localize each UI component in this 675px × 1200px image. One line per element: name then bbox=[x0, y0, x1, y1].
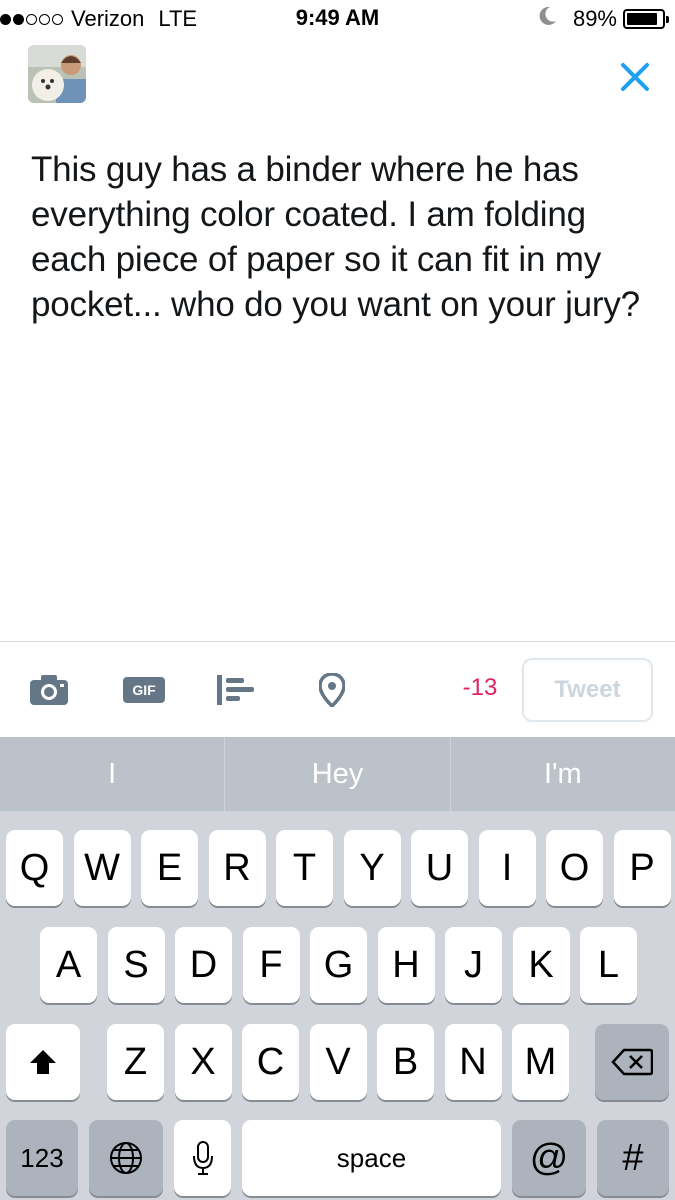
predictive-suggestions: I Hey I'm bbox=[0, 737, 675, 811]
at-key[interactable]: @ bbox=[512, 1120, 586, 1196]
avatar bbox=[28, 45, 86, 103]
key-m[interactable]: M bbox=[512, 1024, 569, 1100]
battery-percent: 89% bbox=[572, 6, 617, 31]
tweet-compose-text[interactable]: This guy has a binder where he has every… bbox=[31, 147, 656, 327]
shift-icon bbox=[30, 1050, 56, 1074]
key-j[interactable]: J bbox=[445, 927, 502, 1003]
key-a[interactable]: A bbox=[40, 927, 97, 1003]
gif-button[interactable]: GIF bbox=[122, 666, 166, 714]
status-right: 89% bbox=[539, 5, 669, 33]
do-not-disturb-moon-icon bbox=[539, 6, 557, 32]
close-button[interactable] bbox=[612, 54, 658, 100]
key-h[interactable]: H bbox=[377, 927, 435, 1003]
microphone-key[interactable] bbox=[174, 1120, 231, 1196]
key-o[interactable]: O bbox=[546, 830, 603, 906]
suggestion-item[interactable]: I'm bbox=[451, 737, 675, 811]
key-f[interactable]: F bbox=[242, 927, 300, 1003]
key-e[interactable]: E bbox=[141, 830, 198, 906]
key-v[interactable]: V bbox=[309, 1024, 367, 1100]
location-pin-icon[interactable] bbox=[318, 666, 346, 714]
key-n[interactable]: N bbox=[444, 1024, 502, 1100]
gif-icon: GIF bbox=[123, 677, 165, 703]
key-d[interactable]: D bbox=[175, 927, 232, 1003]
key-q[interactable]: Q bbox=[6, 830, 63, 906]
key-s[interactable]: S bbox=[107, 927, 165, 1003]
close-icon bbox=[621, 63, 649, 91]
shift-key[interactable] bbox=[6, 1024, 80, 1100]
backspace-key[interactable] bbox=[595, 1024, 669, 1100]
character-count: -13 bbox=[462, 674, 498, 701]
key-c[interactable]: C bbox=[242, 1024, 299, 1100]
numbers-key[interactable]: 123 bbox=[6, 1120, 78, 1196]
key-r[interactable]: R bbox=[208, 830, 266, 906]
key-k[interactable]: K bbox=[512, 927, 570, 1003]
tweet-button[interactable]: Tweet bbox=[522, 658, 653, 722]
suggestion-item[interactable]: Hey bbox=[225, 737, 451, 811]
key-z[interactable]: Z bbox=[107, 1024, 164, 1100]
suggestion-item[interactable]: I bbox=[0, 737, 226, 811]
key-l[interactable]: L bbox=[580, 927, 637, 1003]
poll-icon[interactable] bbox=[216, 666, 256, 714]
camera-icon[interactable] bbox=[28, 666, 70, 714]
key-p[interactable]: P bbox=[613, 830, 671, 906]
battery-icon bbox=[623, 9, 669, 29]
globe-key[interactable] bbox=[89, 1120, 163, 1196]
key-t[interactable]: T bbox=[276, 830, 333, 906]
battery-fill bbox=[627, 13, 658, 25]
key-g[interactable]: G bbox=[310, 927, 367, 1003]
battery-nub bbox=[666, 16, 669, 23]
hash-key[interactable]: # bbox=[597, 1120, 669, 1196]
status-bar: Verizon LTE 9:49 AM 89% bbox=[0, 0, 675, 40]
keyboard: I Hey I'm Q W E R T Y U I O P A S D F G H J K L Z X C V B N M 123 spa… bbox=[0, 737, 675, 1200]
key-i[interactable]: I bbox=[478, 830, 536, 906]
space-key[interactable]: space bbox=[242, 1120, 501, 1196]
globe-icon bbox=[110, 1142, 142, 1174]
key-y[interactable]: Y bbox=[343, 830, 401, 906]
microphone-icon bbox=[192, 1141, 213, 1175]
key-w[interactable]: W bbox=[73, 830, 131, 906]
key-u[interactable]: U bbox=[411, 830, 468, 906]
backspace-icon bbox=[611, 1048, 653, 1076]
key-b[interactable]: B bbox=[377, 1024, 434, 1100]
key-x[interactable]: X bbox=[174, 1024, 232, 1100]
